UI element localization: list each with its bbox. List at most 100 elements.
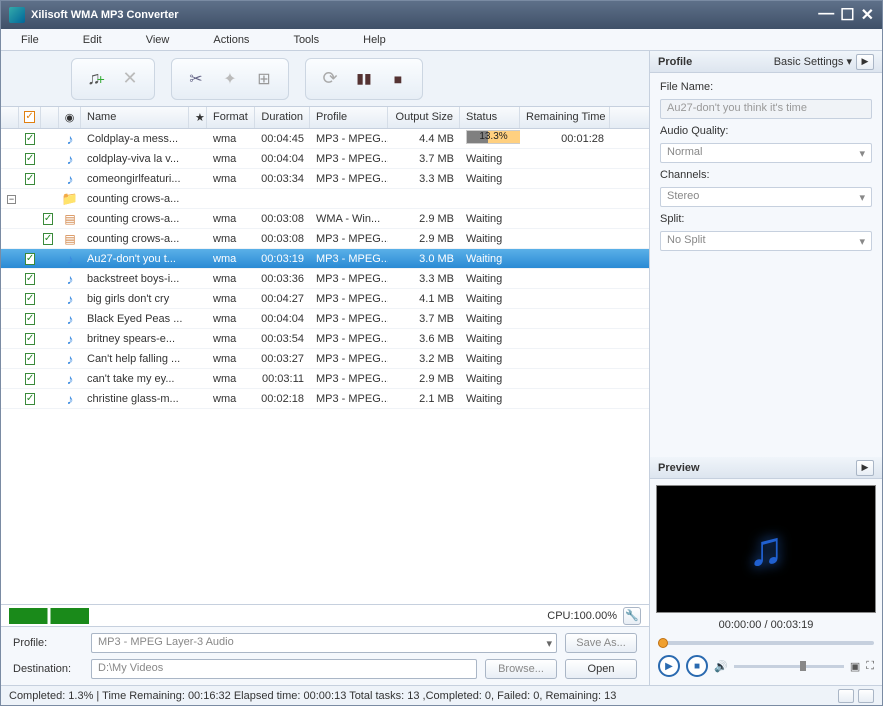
filename-input[interactable]: Au27-don't you think it's time (660, 99, 872, 119)
row-checkbox[interactable]: ✓ (19, 271, 41, 287)
menu-edit[interactable]: Edit (83, 34, 102, 46)
file-status: Waiting (460, 291, 520, 307)
delete-button[interactable]: ✕ (116, 65, 144, 93)
row-checkbox[interactable] (19, 197, 41, 201)
pause-button[interactable]: ▮▮ (350, 65, 378, 93)
row-checkbox[interactable]: ✓ (19, 151, 41, 167)
add-file-button[interactable]: ♫+ (82, 65, 110, 93)
snapshot-button[interactable]: ▣ (850, 660, 860, 673)
stop-button[interactable]: ■ (384, 65, 412, 93)
file-format: wma (207, 151, 255, 167)
cpu-settings-button[interactable]: 🔧 (623, 607, 641, 625)
table-row[interactable]: ✓♪coldplay-viva la v...wma00:04:04MP3 - … (1, 149, 649, 169)
table-row[interactable]: ✓▤counting crows-a...wma00:03:08WMA - Wi… (1, 209, 649, 229)
cut-button[interactable]: ✂ (182, 65, 210, 93)
table-row[interactable]: ✓♪Au27-don't you t...wma00:03:19MP3 - MP… (1, 249, 649, 269)
file-remaining: 00:01:28 (520, 131, 610, 147)
row-checkbox[interactable]: ✓ (37, 231, 59, 247)
file-size: 3.6 MB (388, 331, 460, 347)
col-status[interactable]: Status (460, 107, 520, 128)
table-row[interactable]: ✓♪comeongirlfeaturi...wma00:03:34MP3 - M… (1, 169, 649, 189)
play-button[interactable]: ▶ (658, 655, 680, 677)
channels-select[interactable]: Stereo▾ (660, 187, 872, 207)
preview-collapse-button[interactable]: ▶ (856, 460, 874, 476)
row-checkbox[interactable]: ✓ (19, 331, 41, 347)
volume-slider[interactable] (734, 662, 844, 670)
row-checkbox[interactable]: ✓ (19, 351, 41, 367)
file-format: wma (207, 371, 255, 387)
menu-actions[interactable]: Actions (213, 34, 249, 46)
row-checkbox[interactable]: ✓ (37, 211, 59, 227)
col-name[interactable]: Name (81, 107, 189, 128)
status-detail-button[interactable] (858, 689, 874, 703)
table-row[interactable]: ✓♪britney spears-e...wma00:03:54MP3 - MP… (1, 329, 649, 349)
basic-settings-dropdown[interactable]: Basic Settings ▾ (774, 55, 852, 68)
table-row[interactable]: ✓♪backstreet boys-i...wma00:03:36MP3 - M… (1, 269, 649, 289)
file-name: britney spears-e... (81, 331, 189, 347)
col-duration[interactable]: Duration (255, 107, 310, 128)
close-button[interactable]: ✕ (861, 5, 874, 25)
col-star[interactable]: ★ (189, 107, 207, 128)
table-row[interactable]: −📁counting crows-a... (1, 189, 649, 209)
menu-help[interactable]: Help (363, 34, 386, 46)
file-size: 2.9 MB (388, 371, 460, 387)
effects-button[interactable]: ✦ (216, 65, 244, 93)
table-row[interactable]: ✓♪christine glass-m...wma00:02:18MP3 - M… (1, 389, 649, 409)
col-tree[interactable] (1, 107, 19, 128)
convert-button[interactable]: ⟳ (316, 65, 344, 93)
channels-label: Channels: (660, 169, 872, 181)
col-size[interactable]: Output Size (388, 107, 460, 128)
stop-preview-button[interactable]: ■ (686, 655, 708, 677)
table-row[interactable]: ✓♪Black Eyed Peas ...wma00:04:04MP3 - MP… (1, 309, 649, 329)
file-profile: MP3 - MPEG... (310, 371, 388, 387)
row-checkbox[interactable]: ✓ (19, 371, 41, 387)
row-checkbox[interactable]: ✓ (19, 171, 41, 187)
file-size: 3.3 MB (388, 171, 460, 187)
fullscreen-button[interactable]: ⛶ (866, 660, 874, 673)
save-as-button[interactable]: Save As... (565, 633, 637, 653)
open-button[interactable]: Open (565, 659, 637, 679)
maximize-button[interactable]: ☐ (840, 5, 854, 25)
volume-icon[interactable]: 🔊 (714, 660, 728, 673)
file-format: wma (207, 211, 255, 227)
row-checkbox[interactable]: ✓ (19, 291, 41, 307)
browse-button[interactable]: Browse... (485, 659, 557, 679)
file-size: 2.1 MB (388, 391, 460, 407)
col-disc[interactable]: ◉ (59, 107, 81, 128)
minimize-button[interactable]: — (818, 5, 834, 25)
row-checkbox[interactable]: ✓ (19, 391, 41, 407)
table-row[interactable]: ✓♪Coldplay-a mess...wma00:04:45MP3 - MPE… (1, 129, 649, 149)
split-label: Split: (660, 213, 872, 225)
destination-label: Destination: (13, 663, 83, 675)
col-check[interactable]: ✓ (19, 107, 41, 128)
quality-select[interactable]: Normal▾ (660, 143, 872, 163)
file-profile: MP3 - MPEG... (310, 311, 388, 327)
profile-collapse-button[interactable]: ▶ (856, 54, 874, 70)
clip-button[interactable]: ⊞ (250, 65, 278, 93)
row-checkbox[interactable]: ✓ (19, 311, 41, 327)
row-checkbox[interactable]: ✓ (19, 251, 41, 267)
status-list-button[interactable] (838, 689, 854, 703)
file-list[interactable]: ✓♪Coldplay-a mess...wma00:04:45MP3 - MPE… (1, 129, 649, 604)
file-size: 3.3 MB (388, 271, 460, 287)
table-row[interactable]: ✓♪Can't help falling ...wma00:03:27MP3 -… (1, 349, 649, 369)
row-checkbox[interactable]: ✓ (19, 131, 41, 147)
split-select[interactable]: No Split▾ (660, 231, 872, 251)
table-row[interactable]: ✓▤counting crows-a...wma00:03:08MP3 - MP… (1, 229, 649, 249)
file-format: wma (207, 251, 255, 267)
col-profile[interactable]: Profile (310, 107, 388, 128)
file-size: 3.0 MB (388, 251, 460, 267)
profile-select[interactable]: MP3 - MPEG Layer-3 Audio▾ (91, 633, 557, 653)
menu-file[interactable]: File (21, 34, 39, 46)
col-remaining[interactable]: Remaining Time (520, 107, 610, 128)
file-profile: MP3 - MPEG... (310, 251, 388, 267)
file-profile: MP3 - MPEG... (310, 351, 388, 367)
destination-input[interactable]: D:\My Videos (91, 659, 477, 679)
file-size: 3.7 MB (388, 311, 460, 327)
table-row[interactable]: ✓♪big girls don't crywma00:04:27MP3 - MP… (1, 289, 649, 309)
col-format[interactable]: Format (207, 107, 255, 128)
seek-slider[interactable] (658, 637, 874, 649)
menu-view[interactable]: View (146, 34, 170, 46)
menu-tools[interactable]: Tools (293, 34, 319, 46)
table-row[interactable]: ✓♪can't take my ey...wma00:03:11MP3 - MP… (1, 369, 649, 389)
